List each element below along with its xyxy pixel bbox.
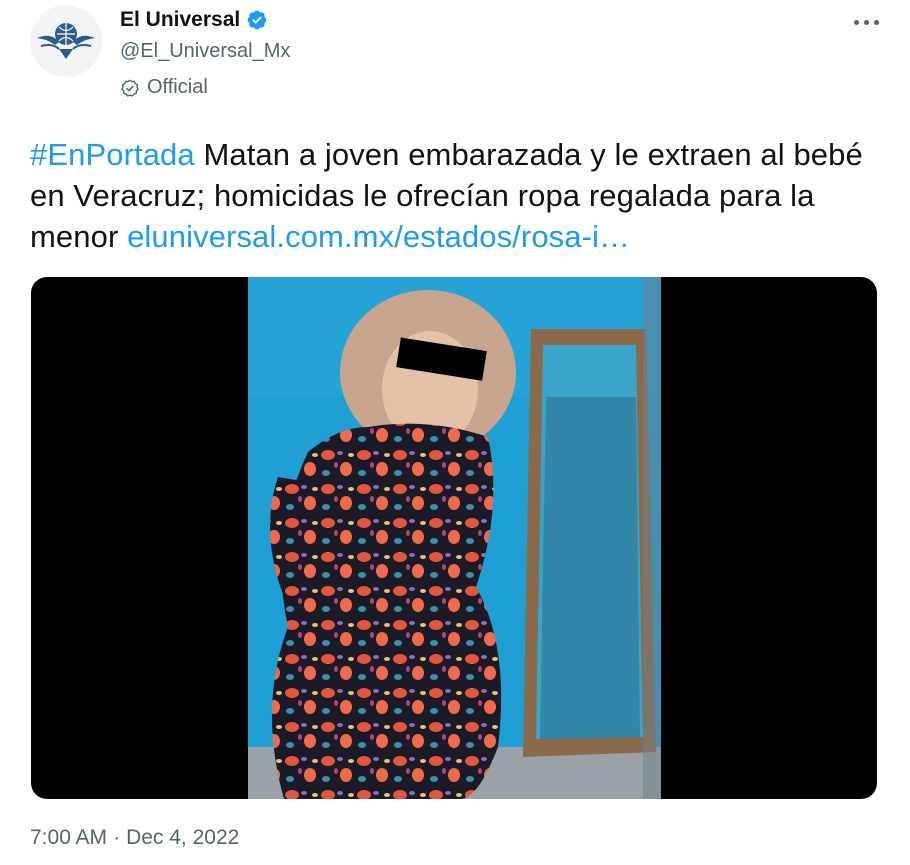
article-link[interactable]: eluniversal.com.mx/estados/rosa-i… [127,219,630,254]
official-label: Official [147,76,208,98]
more-dots-icon [853,19,859,25]
tweet-date: Dec 4, 2022 [126,826,240,849]
timestamp-separator: · [113,826,121,849]
author-name-row: El Universal [120,8,268,32]
eagle-globe-logo-icon [37,23,95,59]
official-check-icon [121,78,139,97]
verified-badge-icon [247,10,267,30]
hashtag-link[interactable]: #EnPortada [30,137,195,172]
official-label-row: Official [120,76,208,99]
avatar[interactable] [30,5,102,77]
tweet-timestamp[interactable]: 7:00 AM · Dec 4, 2022 [30,826,239,850]
display-name[interactable]: El Universal [120,8,240,32]
tweet-text: #EnPortada Matan a joven embarazada y le… [30,134,880,257]
account-handle[interactable]: @El_Universal_Mx [120,40,290,63]
tweet-media[interactable] [31,277,877,799]
tweet-time: 7:00 AM [30,826,108,849]
more-options-button[interactable] [848,10,884,34]
tweet-photo [248,277,661,799]
